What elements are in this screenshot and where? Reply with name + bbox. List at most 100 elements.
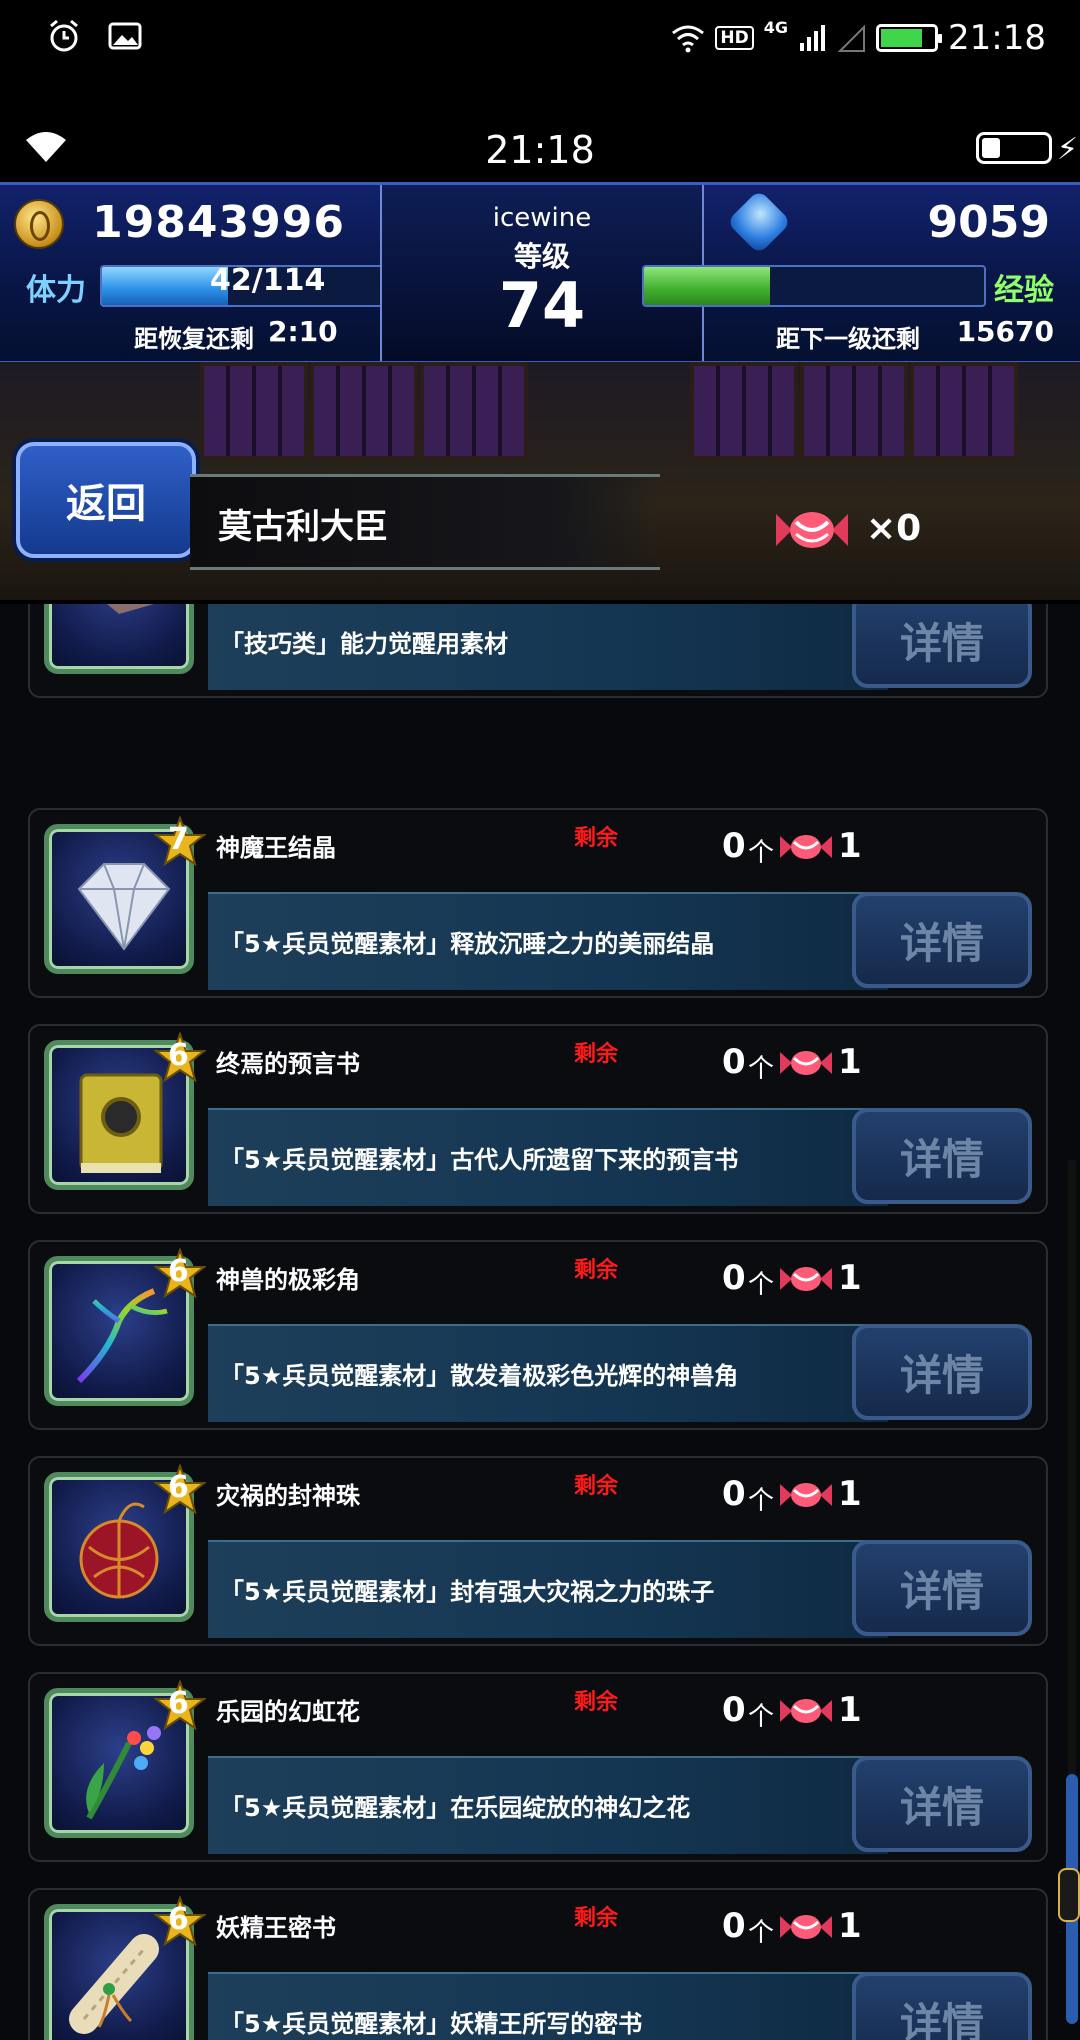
back-button[interactable]: 返回: [16, 442, 196, 558]
window-decoration: [800, 362, 908, 460]
game-battery-icon: [976, 132, 1052, 164]
remain-label: 剩余: [574, 1474, 619, 1499]
item-description: 「5★兵员觉醒素材」在乐园绽放的神幻之花: [220, 1794, 691, 1822]
unit-label: 个: [748, 1486, 775, 1516]
window-decoration: [690, 362, 798, 460]
item-name: 妖精王密书: [216, 1914, 336, 1942]
rarity-number: 6: [168, 1254, 189, 1289]
signal-empty-icon: [838, 24, 866, 52]
alarm-icon: [50, 19, 78, 52]
next-level-label: 距下一级还剩: [776, 325, 920, 353]
candy-cost-icon: [780, 835, 832, 859]
scrollbar-handle[interactable]: [1058, 1868, 1080, 1922]
item-description-bar: 「技巧类」能力觉醒用素材: [208, 604, 888, 690]
app-root: HD 4G 21:18 21:18 ⚡ 19843996 体力 42/114 距…: [0, 0, 1080, 2040]
exp-bar-fill: [644, 267, 770, 305]
item-description-bar: 「5★兵员觉醒素材」妖精王所写的密书: [208, 1972, 888, 2040]
system-status-right: HD 4G 21:18: [671, 18, 1046, 58]
item-name: 终焉的预言书: [216, 1050, 360, 1078]
item-description: 「5★兵员觉醒素材」散发着极彩色光辉的神兽角: [220, 1362, 739, 1390]
exp-label: 经验: [994, 273, 1054, 308]
unit-label: 个: [748, 1702, 775, 1732]
image-notification-icon: [108, 22, 142, 50]
rarity-number: 7: [168, 822, 189, 857]
stamina-label: 体力: [26, 273, 86, 308]
candy-cost-icon: [780, 1483, 832, 1507]
title-plate: 莫古利大臣: [190, 474, 660, 570]
window-decoration: [310, 362, 418, 460]
lapis-gem-icon: [726, 189, 792, 255]
owned-quantity: 0: [722, 1258, 746, 1298]
detail-button[interactable]: 详情: [852, 1540, 1032, 1636]
stamina-bar-fill: [102, 267, 228, 305]
gil-coin-icon: [14, 199, 64, 249]
candy-cost-icon: [780, 1699, 832, 1723]
exp-bar: [642, 265, 986, 307]
item-card[interactable]: 6 神兽的极彩角 剩余 0 个 1 「5★兵员觉醒素材」散发着极彩色光辉的神兽角…: [28, 1240, 1048, 1430]
candy-cost: 1: [838, 1906, 862, 1946]
lapis-amount: 9059: [927, 197, 1050, 248]
item-card[interactable]: 「技巧类」能力觉醒用素材 详情: [28, 604, 1048, 698]
candy-cost-icon: [780, 1267, 832, 1291]
candy-cost: 1: [838, 1690, 862, 1730]
detail-button[interactable]: 详情: [852, 1972, 1032, 2040]
item-card[interactable]: 6 妖精王密书 剩余 0 个 1 「5★兵员觉醒素材」妖精王所写的密书 详情: [28, 1888, 1048, 2040]
item-card[interactable]: 6 灾祸的封神珠 剩余 0 个 1 「5★兵员觉醒素材」封有强大灾祸之力的珠子 …: [28, 1456, 1048, 1646]
item-name: 神兽的极彩角: [216, 1266, 360, 1294]
item-description-bar: 「5★兵员觉醒素材」封有强大灾祸之力的珠子: [208, 1540, 888, 1638]
candy-cost-icon: [780, 1915, 832, 1939]
remain-label: 剩余: [574, 1906, 619, 1931]
next-level-value: 15670: [956, 315, 1054, 348]
item-description: 「5★兵员觉醒素材」封有强大灾祸之力的珠子: [220, 1578, 715, 1606]
game-status-bar: 21:18 ⚡: [0, 120, 1080, 178]
candy-count: ×0: [866, 508, 922, 549]
candy-cost: 1: [838, 1042, 862, 1082]
item-name: 神魔王结晶: [216, 834, 336, 862]
unit-label: 个: [748, 1054, 775, 1084]
detail-button[interactable]: 详情: [852, 1756, 1032, 1852]
rarity-number: 6: [168, 1038, 189, 1073]
owned-quantity: 0: [722, 1690, 746, 1730]
recovery-time: 2:10: [268, 315, 338, 348]
item-thumbnail: [44, 604, 194, 674]
item-description-bar: 「5★兵员觉醒素材」散发着极彩色光辉的神兽角: [208, 1324, 888, 1422]
battery-icon: [876, 24, 943, 52]
owned-quantity: 0: [722, 1474, 746, 1514]
candy-icon: [776, 512, 848, 548]
candy-cost: 1: [838, 826, 862, 866]
detail-button[interactable]: 详情: [852, 604, 1032, 688]
item-card[interactable]: 6 乐园的幻虹花 剩余 0 个 1 「5★兵员觉醒素材」在乐园绽放的神幻之花 详…: [28, 1672, 1048, 1862]
player-hud: 19843996 体力 42/114 距恢复还剩 2:10 icewine 等级…: [0, 182, 1080, 364]
item-card[interactable]: 7 神魔王结晶 剩余 0 个 1 「5★兵员觉醒素材」释放沉睡之力的美丽结晶 详…: [28, 808, 1048, 998]
owned-quantity: 0: [722, 1042, 746, 1082]
candy-cost-icon: [780, 1051, 832, 1075]
gil-amount: 19843996: [92, 197, 345, 248]
unit-label: 个: [748, 838, 775, 868]
owned-quantity: 0: [722, 826, 746, 866]
item-description-bar: 「5★兵员觉醒素材」在乐园绽放的神幻之花: [208, 1756, 888, 1854]
rarity-number: 6: [168, 1686, 189, 1721]
network-type: 4G: [763, 18, 789, 37]
charging-icon: ⚡: [1056, 132, 1078, 167]
item-description: 「5★兵员觉醒素材」古代人所遗留下来的预言书: [220, 1146, 739, 1174]
window-decoration: [200, 362, 308, 460]
detail-button[interactable]: 详情: [852, 892, 1032, 988]
item-card[interactable]: 6 终焉的预言书 剩余 0 个 1 「5★兵员觉醒素材」古代人所遗留下来的预言书…: [28, 1024, 1048, 1214]
unit-label: 个: [748, 1270, 775, 1300]
recovery-label: 距恢复还剩: [134, 325, 254, 353]
ore-icon: [107, 604, 154, 614]
remain-label: 剩余: [574, 826, 619, 851]
system-time: 21:18: [948, 18, 1046, 58]
item-list[interactable]: 「技巧类」能力觉醒用素材 详情 7 神魔王结晶 剩余 0 个 1 「5★兵员觉醒…: [0, 604, 1080, 2040]
item-description: 「5★兵员觉醒素材」妖精王所写的密书: [220, 2010, 643, 2038]
detail-button[interactable]: 详情: [852, 1324, 1032, 1420]
item-description: 「技巧类」能力觉醒用素材: [220, 630, 508, 658]
rarity-number: 6: [168, 1470, 189, 1505]
detail-button[interactable]: 详情: [852, 1108, 1032, 1204]
page-title: 莫古利大臣: [218, 507, 388, 547]
system-status-bar: HD 4G 21:18: [0, 0, 1080, 80]
remain-label: 剩余: [574, 1690, 619, 1715]
unit-label: 个: [748, 1918, 775, 1948]
rarity-number: 6: [168, 1902, 189, 1937]
item-name: 灾祸的封神珠: [216, 1482, 360, 1510]
